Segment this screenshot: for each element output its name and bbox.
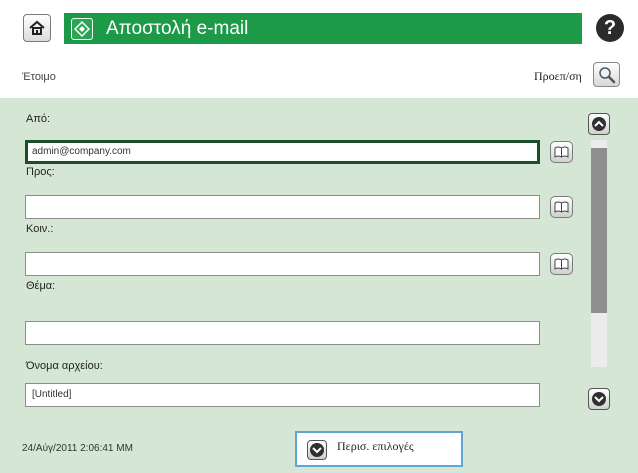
more-options-label: Περισ. επιλογές bbox=[337, 439, 414, 453]
help-button[interactable]: ? bbox=[596, 14, 624, 42]
chevron-up-icon bbox=[594, 120, 604, 127]
from-address-book-button[interactable] bbox=[550, 141, 573, 163]
bottom-bar: 24/Αύγ/2011 2:06:41 ΜΜ Περισ. επιλογές bbox=[0, 416, 638, 473]
cc-address-book-button[interactable] bbox=[550, 253, 573, 275]
more-options-button[interactable]: Περισ. επιλογές bbox=[295, 431, 463, 467]
from-field[interactable]: admin@company.com bbox=[25, 140, 540, 164]
from-label: Από: bbox=[26, 113, 51, 125]
to-address-book-button[interactable] bbox=[550, 196, 573, 218]
scrollbar-thumb[interactable] bbox=[591, 148, 607, 313]
file-name-field[interactable]: [Untitled] bbox=[25, 383, 540, 407]
address-book-icon bbox=[554, 146, 569, 158]
preview-button[interactable] bbox=[593, 62, 620, 87]
scroll-down-button[interactable] bbox=[588, 388, 610, 410]
title-bar: Αποστολή e-mail ? bbox=[0, 0, 638, 52]
scroll-up-button[interactable] bbox=[588, 113, 610, 135]
address-book-icon bbox=[554, 258, 569, 270]
help-icon: ? bbox=[603, 17, 617, 39]
to-field[interactable] bbox=[25, 195, 540, 219]
cc-label: Κοιν.: bbox=[26, 223, 54, 235]
status-bar: Έτοιμο Προεπ/ση bbox=[0, 52, 638, 98]
subject-field[interactable] bbox=[25, 321, 540, 345]
subject-label: Θέμα: bbox=[26, 280, 56, 292]
chevron-down-icon bbox=[594, 396, 604, 403]
cc-field[interactable] bbox=[25, 252, 540, 276]
status-text: Έτοιμο bbox=[22, 71, 56, 83]
preview-label: Προεπ/ση bbox=[534, 69, 582, 83]
to-label: Προς: bbox=[26, 166, 55, 178]
file-name-label: Όνομα αρχείου: bbox=[26, 360, 103, 372]
timestamp: 24/Αύγ/2011 2:06:41 ΜΜ bbox=[22, 443, 133, 454]
page-title: Αποστολή e-mail bbox=[106, 18, 249, 39]
home-button[interactable] bbox=[23, 14, 51, 42]
home-icon bbox=[29, 20, 45, 35]
address-book-icon bbox=[554, 201, 569, 213]
app-header: Αποστολή e-mail bbox=[64, 13, 582, 44]
magnifier-icon bbox=[599, 67, 616, 84]
send-email-icon bbox=[71, 18, 93, 40]
chevron-down-icon bbox=[307, 440, 327, 460]
